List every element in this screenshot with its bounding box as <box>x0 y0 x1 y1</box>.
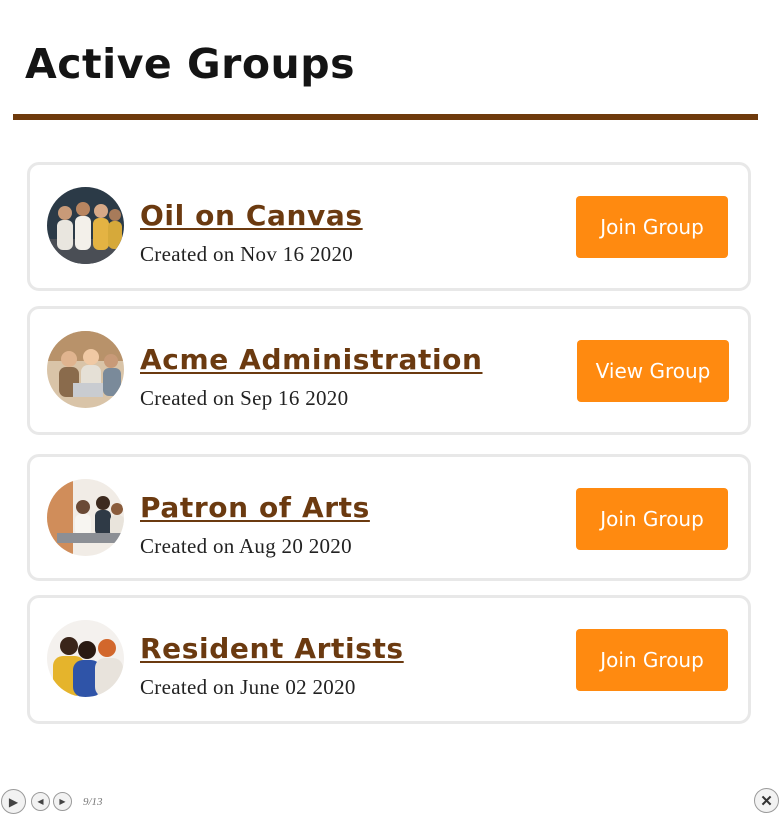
group-photo-icon <box>47 331 124 408</box>
group-photo-icon <box>47 620 124 697</box>
slide-counter: 9/13 <box>83 796 103 808</box>
page-title: Active Groups <box>25 40 355 88</box>
group-avatar <box>47 331 124 408</box>
group-list: Oil on Canvas Created on Nov 16 2020 Joi… <box>27 162 751 739</box>
previous-slide-icon[interactable]: ◀ <box>31 792 50 811</box>
play-icon[interactable]: ▶ <box>1 789 26 814</box>
group-card: Oil on Canvas Created on Nov 16 2020 Joi… <box>27 162 751 291</box>
group-photo-icon <box>47 187 124 264</box>
group-card: Acme Administration Created on Sep 16 20… <box>27 306 751 435</box>
group-name-link[interactable]: Acme Administration <box>140 343 483 376</box>
group-avatar <box>47 620 124 697</box>
group-created-date: Created on Nov 16 2020 <box>140 242 354 266</box>
group-created-date: Created on Aug 20 2020 <box>140 534 352 558</box>
slideshow-controls: ▶ ◀ ▶ 9/13 ✕ <box>0 788 782 816</box>
title-divider <box>13 114 758 120</box>
group-created-date: Created on Sep 16 2020 <box>140 386 349 410</box>
group-name-link[interactable]: Oil on Canvas <box>140 199 363 232</box>
close-icon[interactable]: ✕ <box>754 788 779 813</box>
view-group-button[interactable]: View Group <box>577 340 729 402</box>
next-slide-icon[interactable]: ▶ <box>53 792 72 811</box>
group-name-link[interactable]: Patron of Arts <box>140 491 370 524</box>
group-card: Resident Artists Created on June 02 2020… <box>27 595 751 724</box>
group-name-link[interactable]: Resident Artists <box>140 632 404 665</box>
join-group-button[interactable]: Join Group <box>576 488 728 550</box>
group-card: Patron of Arts Created on Aug 20 2020 Jo… <box>27 454 751 581</box>
group-photo-icon <box>47 479 124 556</box>
group-created-date: Created on June 02 2020 <box>140 675 356 699</box>
join-group-button[interactable]: Join Group <box>576 196 728 258</box>
group-avatar <box>47 479 124 556</box>
group-avatar <box>47 187 124 264</box>
join-group-button[interactable]: Join Group <box>576 629 728 691</box>
